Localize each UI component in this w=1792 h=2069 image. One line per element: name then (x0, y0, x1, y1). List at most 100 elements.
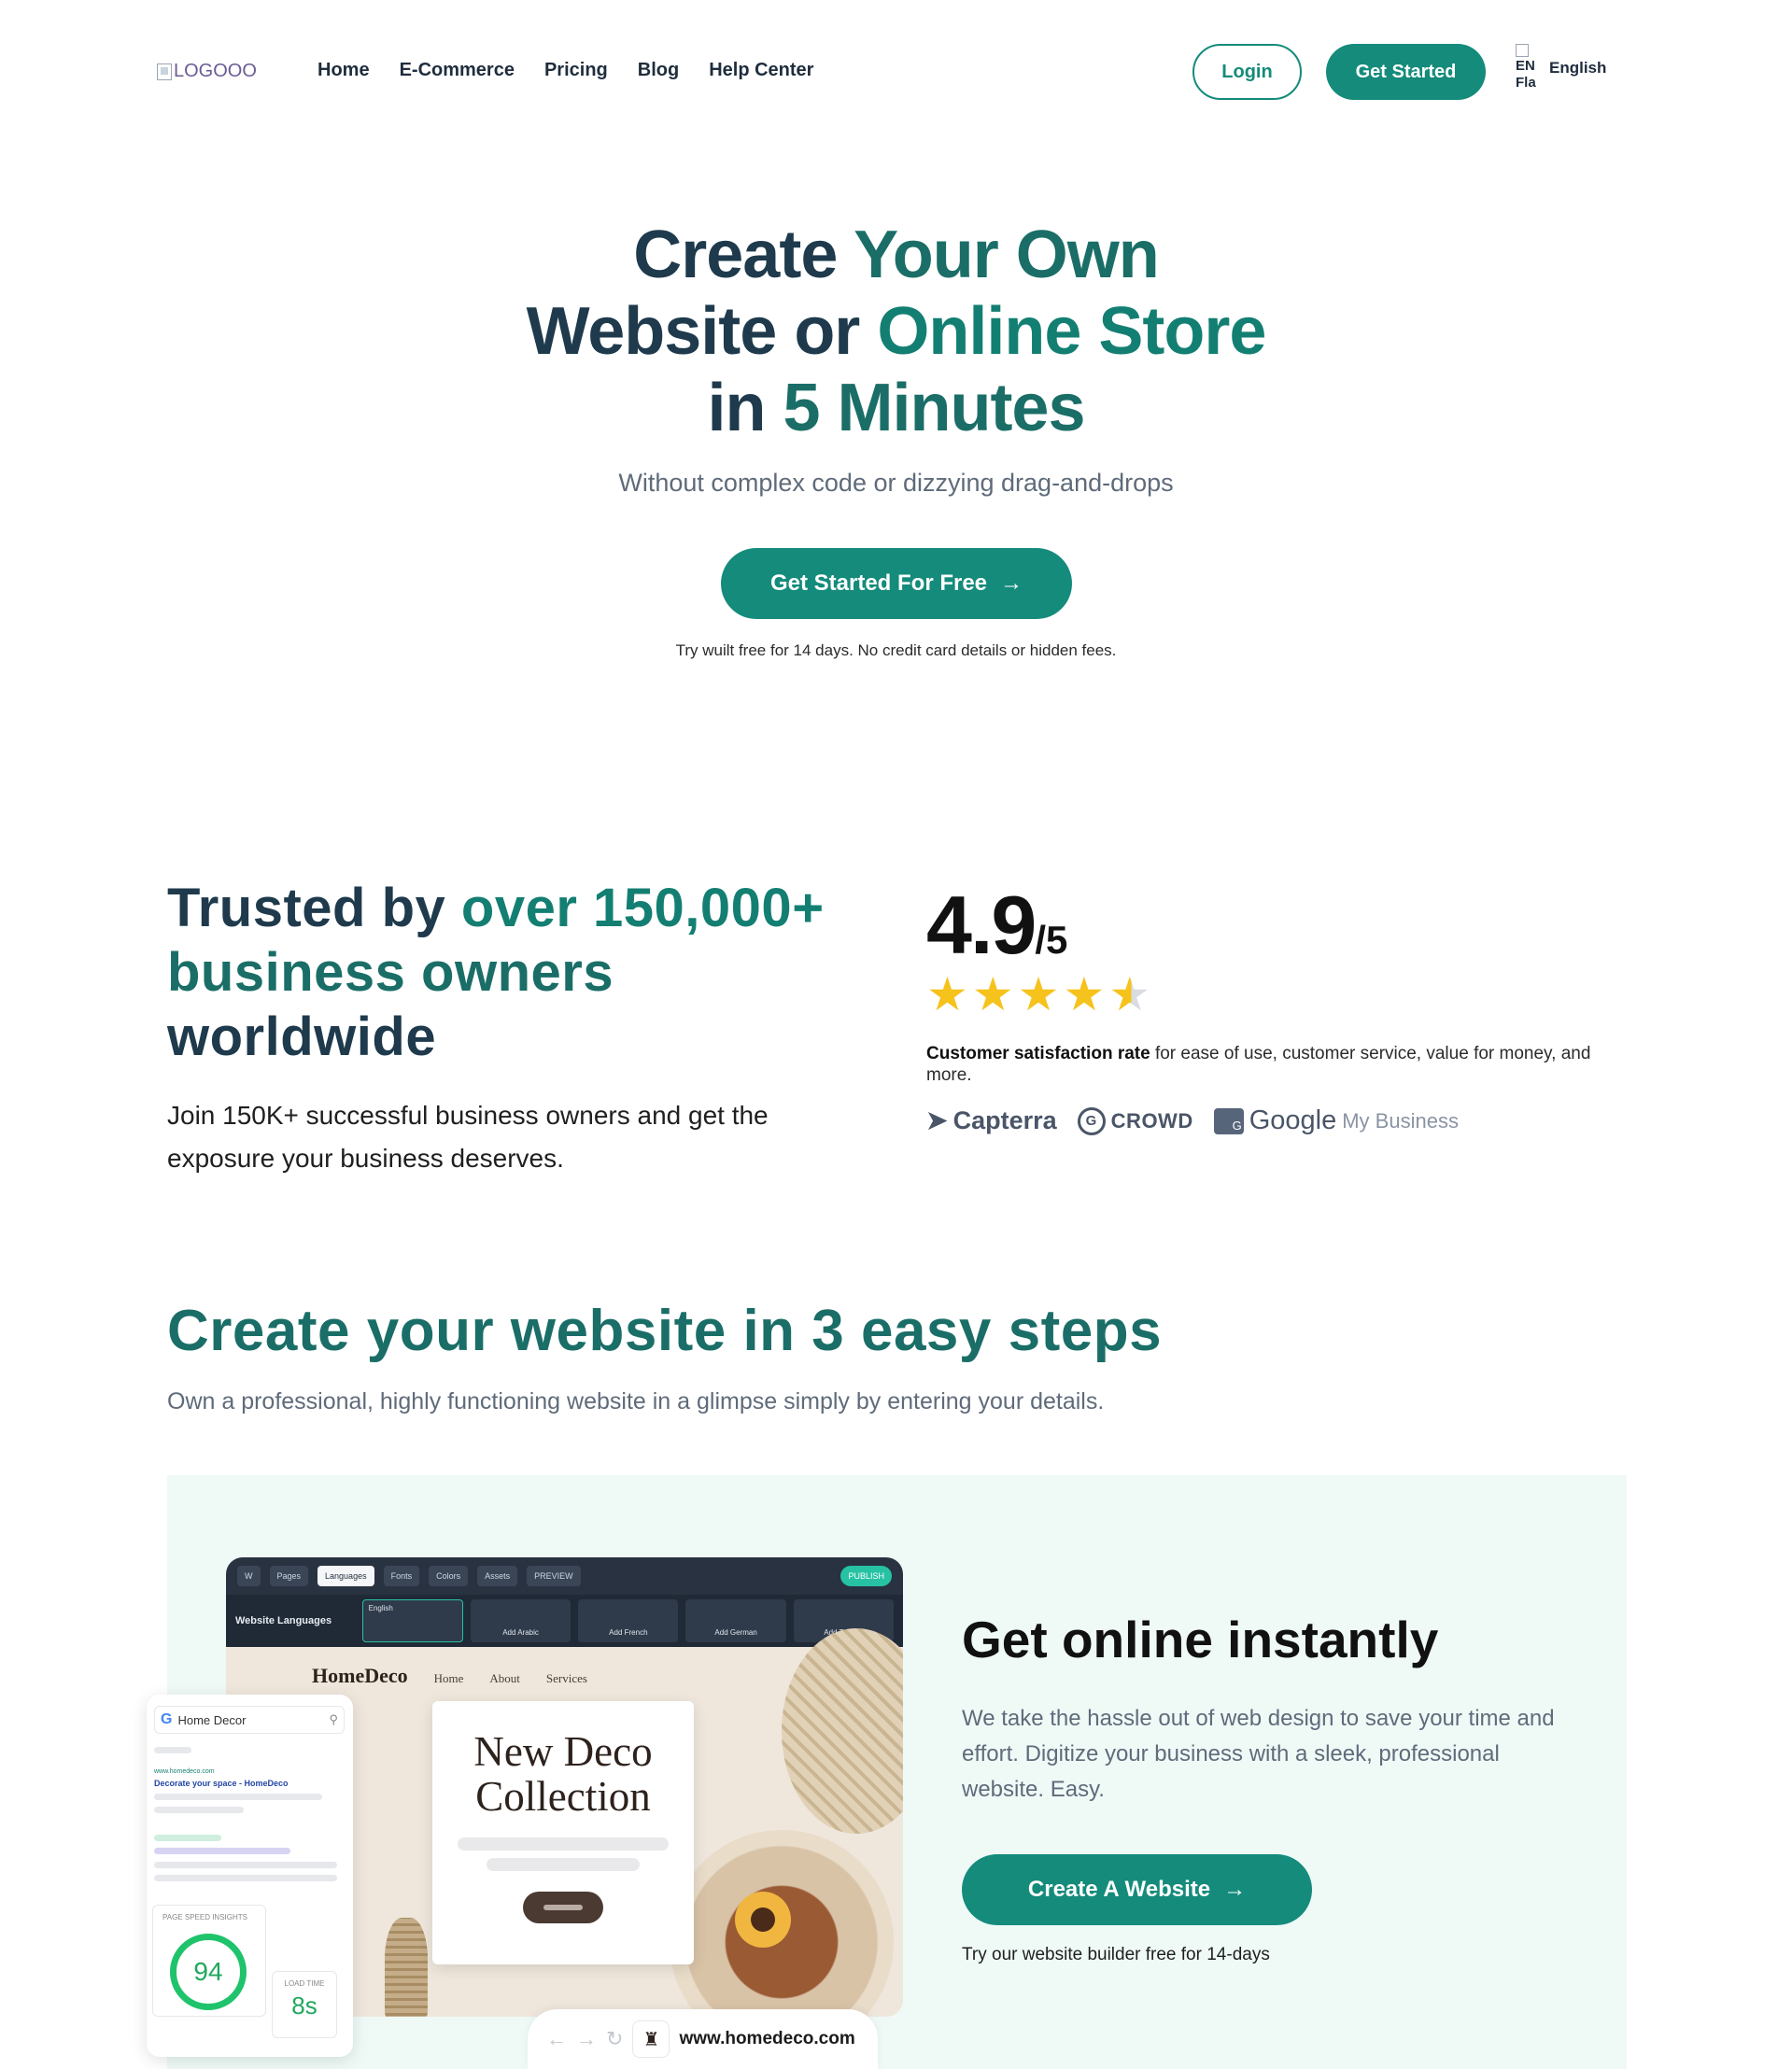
mockup-placeholder-button (523, 1892, 603, 1923)
placeholder-line (154, 1862, 337, 1868)
step-description: We take the hassle out of web design to … (962, 1706, 1555, 1802)
google-result-url: www.homedeco.com (154, 1768, 215, 1775)
step-title: Get online instantly (962, 1611, 1439, 1668)
mockup-language-bar: Website Languages English Add Arabic Add… (226, 1595, 903, 1647)
nav-link-pricing[interactable]: Pricing (544, 60, 608, 81)
mockup-publish: PUBLISH (840, 1566, 892, 1586)
mockup-collection-card: New Deco Collection (432, 1701, 694, 1964)
review-brands: ➤ Capterra G CROWD G Google My Business (926, 1105, 1459, 1136)
rating-value: 4.9 (926, 879, 1037, 971)
mockup-site-link: About (489, 1671, 520, 1685)
mockup-tab-pages: Pages (269, 1566, 309, 1586)
placeholder-line (154, 1747, 191, 1753)
load-time-value: 8s (291, 1992, 317, 2020)
broken-image-icon (157, 63, 172, 80)
hero-title-text: Website or (526, 294, 878, 369)
mockup-placeholder-line (458, 1837, 669, 1851)
trust-title-text: worldwide (167, 1006, 437, 1067)
trust-description: Join 150K+ successful business owners an… (167, 1101, 769, 1173)
star-icon: ★ (926, 968, 968, 1020)
mockup-url-bar: ← → ↻ ♜ www.homedeco.com (528, 2009, 878, 2069)
trust-title-text: Trusted by (167, 878, 461, 938)
flower-decor-image (735, 1892, 791, 1948)
star-icon: ★ (971, 968, 1014, 1020)
rating-score: 4.9 /5 (926, 878, 1067, 973)
mockup-logo-icon: W (237, 1566, 261, 1586)
mockup-tab-fonts: Fonts (383, 1566, 420, 1586)
nav-link-home[interactable]: Home (317, 60, 370, 81)
mockup-site-link: Home (433, 1671, 464, 1685)
logo[interactable]: LOGOOO (157, 61, 257, 82)
flag-icon: EN Fla (1516, 44, 1538, 91)
mockup-card-title-1: New Deco (473, 1728, 653, 1775)
trust-title: Trusted by over 150,000+ business owners… (167, 876, 877, 1069)
google-my-business-logo: G Google My Business (1213, 1105, 1459, 1136)
steps-subtitle: Own a professional, highly functioning w… (167, 1388, 1105, 1415)
language-switcher[interactable]: EN Fla English (1516, 44, 1606, 91)
hero-title-highlight: Online Store (877, 294, 1266, 369)
page-speed-card: PAGE SPEED INSIGHTS 94 (152, 1905, 266, 2017)
star-icon: ★ (1017, 968, 1060, 1020)
mockup-lang-english: English (361, 1599, 463, 1642)
create-website-button[interactable]: Create A Website → (962, 1854, 1312, 1925)
mockup-add-german: Add German (685, 1599, 786, 1642)
login-button[interactable]: Login (1192, 44, 1302, 100)
rating-scale: /5 (1035, 918, 1068, 962)
placeholder-line (154, 1794, 322, 1800)
nav-link-ecommerce[interactable]: E-Commerce (400, 60, 515, 81)
mockup-add-french: Add French (578, 1599, 679, 1642)
placeholder-line (154, 1848, 290, 1854)
mockup-toolbar: W Pages Languages Fonts Colors Assets PR… (226, 1557, 903, 1595)
google-search-card: G Home Decor ⚲ www.homedeco.com Decorate… (147, 1695, 353, 2057)
mockup-placeholder-line (487, 1858, 640, 1871)
trust-title-text: business owners (167, 942, 614, 1003)
mockup-website-languages: Website Languages (235, 1615, 332, 1626)
mockup-tab-languages: Languages (317, 1566, 374, 1586)
hero-title: Create Your Own Website or Online Store … (0, 217, 1792, 446)
get-started-button[interactable]: Get Started (1326, 44, 1486, 100)
load-time-card: LOAD TIME 8s (272, 1971, 337, 2038)
flag-alt-text-2: Fla (1516, 75, 1536, 91)
mockup-add-arabic: Add Arabic (470, 1599, 571, 1642)
hero-title-highlight: 5 Minutes (783, 371, 1085, 445)
button-label: Create A Website (1027, 1877, 1211, 1902)
star-icon: ★ (1063, 968, 1106, 1020)
google-search-box: G Home Decor ⚲ (154, 1706, 345, 1734)
logo-alt-text: LOGOOO (174, 61, 257, 81)
google-label: Google (1249, 1105, 1337, 1135)
satisfaction-text: Customer satisfaction rate for ease of u… (926, 1043, 1636, 1086)
load-time-label: LOAD TIME (284, 1979, 325, 1988)
mockup-card-title-2: Collection (475, 1773, 651, 1820)
nav-link-blog[interactable]: Blog (638, 60, 679, 81)
hero-title-highlight: Your Own (854, 218, 1160, 292)
nav-links: Home E-Commerce Pricing Blog Help Center (317, 60, 813, 81)
arrow-right-icon: → (1000, 570, 1023, 596)
mockup-tab-assets: Assets (477, 1566, 518, 1586)
hero-subtitle: Without complex code or dizzying drag-an… (618, 469, 1174, 497)
trust-title-highlight: over 150,000+ (460, 878, 825, 938)
step-note: Try our website builder free for 14-days (962, 1945, 1270, 1964)
steps-title: Create your website in 3 easy steps (167, 1298, 1162, 1364)
mockup-site-link: Services (545, 1671, 587, 1685)
placeholder-line (154, 1807, 244, 1813)
search-icon: ⚲ (329, 1712, 338, 1726)
capterra-label: Capterra (952, 1106, 1057, 1134)
page-speed-score: 94 (170, 1934, 247, 2010)
g2-icon: G (1077, 1106, 1106, 1135)
nav-link-help-center[interactable]: Help Center (709, 60, 813, 81)
google-query: Home Decor (177, 1712, 247, 1727)
hero-title-text: Create (633, 218, 854, 292)
google-g-icon: G (161, 1711, 173, 1727)
button-label: Get Started For Free (769, 570, 988, 596)
star-rating: ★ ★ ★ ★ ★ (926, 971, 1150, 1018)
hero-title-line-2: Website or Online Store (526, 294, 1267, 369)
site-favicon-icon: ♜ (632, 2020, 670, 2058)
vase-decor-image (385, 1918, 428, 2017)
capterra-logo: ➤ Capterra (926, 1106, 1057, 1135)
placeholder-line (154, 1875, 337, 1881)
get-started-free-button[interactable]: Get Started For Free → (721, 548, 1072, 619)
google-result-title: Decorate your space - HomeDeco (154, 1779, 289, 1788)
language-label: English (1549, 58, 1607, 77)
hero-title-line-1: Create Your Own (633, 218, 1160, 292)
satisfaction-bold: Customer satisfaction rate (926, 1044, 1150, 1063)
